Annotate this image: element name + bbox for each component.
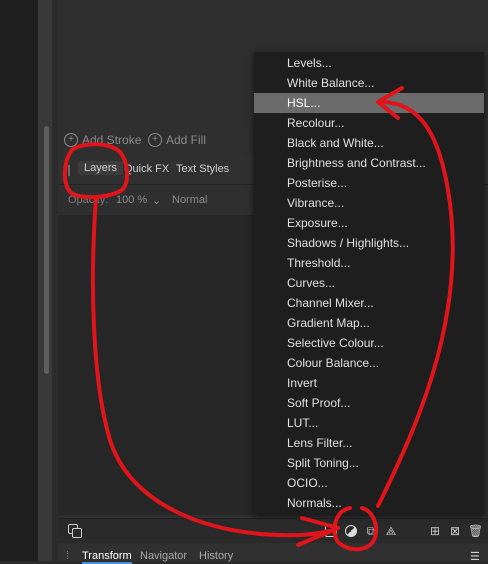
- menu-item-normals[interactable]: Normals...: [254, 493, 484, 513]
- menu-item-curves[interactable]: Curves...: [254, 273, 484, 293]
- menu-item-threshold[interactable]: Threshold...: [254, 253, 484, 273]
- pixel-layer-icon[interactable]: ⟁: [384, 524, 398, 538]
- layers-bottom-toolbar: ⧉ ⟁ ⊞ ⊠ 🗑: [58, 518, 488, 543]
- menu-item-brightness-contrast[interactable]: Brightness and Contrast...: [254, 153, 484, 173]
- tab-navigator[interactable]: Navigator: [140, 550, 187, 562]
- menu-item-vibrance[interactable]: Vibrance...: [254, 193, 484, 213]
- menu-item-channel-mixer[interactable]: Channel Mixer...: [254, 293, 484, 313]
- opacity-dropdown-icon[interactable]: ⌄: [152, 194, 161, 207]
- panel-grip-handle[interactable]: [68, 165, 70, 176]
- adjustment-menu: Levels... White Balance... HSL... Recolo…: [254, 52, 484, 514]
- plus-icon: +: [148, 133, 162, 147]
- menu-item-levels[interactable]: Levels...: [254, 53, 484, 73]
- menu-item-exposure[interactable]: Exposure...: [254, 213, 484, 233]
- add-stroke-label: Add Stroke: [82, 133, 142, 147]
- tab-quick-fx[interactable]: Quick FX: [124, 163, 169, 175]
- menu-item-ocio[interactable]: OCIO...: [254, 473, 484, 493]
- panel-menu-icon[interactable]: ☰: [470, 550, 480, 563]
- bottom-panel-tabs: ⁞ Transform Navigator History ☰: [58, 545, 488, 564]
- opacity-value[interactable]: 100 %: [116, 194, 147, 206]
- menu-item-lens-filter[interactable]: Lens Filter...: [254, 433, 484, 453]
- menu-item-hsl[interactable]: HSL...: [254, 93, 484, 113]
- blend-mode-dropdown[interactable]: Normal: [172, 194, 207, 206]
- menu-item-recolour[interactable]: Recolour...: [254, 113, 484, 133]
- menu-item-gradient-map[interactable]: Gradient Map...: [254, 313, 484, 333]
- layer-stack-icon[interactable]: [68, 524, 82, 538]
- adjustment-layer-icon[interactable]: [344, 524, 358, 538]
- opacity-label: Opacity:: [68, 194, 109, 206]
- menu-item-white-balance[interactable]: White Balance...: [254, 73, 484, 93]
- menu-item-colour-balance[interactable]: Colour Balance...: [254, 353, 484, 373]
- delete-layer-icon[interactable]: 🗑: [468, 524, 483, 538]
- tab-transform[interactable]: Transform: [82, 550, 132, 564]
- tab-layers[interactable]: Layers: [78, 161, 124, 175]
- add-fill-label: Add Fill: [166, 133, 207, 147]
- add-group-icon[interactable]: ⊠: [448, 524, 462, 538]
- tab-history[interactable]: History: [199, 550, 233, 562]
- live-filter-icon[interactable]: ⧉: [364, 524, 378, 538]
- menu-item-invert[interactable]: Invert: [254, 373, 484, 393]
- menu-item-split-toning[interactable]: Split Toning...: [254, 453, 484, 473]
- add-stroke-button[interactable]: + Add Stroke: [64, 133, 141, 147]
- add-fill-button[interactable]: + Add Fill: [148, 133, 206, 147]
- menu-item-selective-colour[interactable]: Selective Colour...: [254, 333, 484, 353]
- layers-list[interactable]: [58, 215, 254, 515]
- menu-item-black-and-white[interactable]: Black and White...: [254, 133, 484, 153]
- mask-layer-icon[interactable]: [324, 524, 338, 538]
- plus-icon: +: [64, 133, 78, 147]
- menu-item-shadows-highlights[interactable]: Shadows / Highlights...: [254, 233, 484, 253]
- menu-item-soft-proof[interactable]: Soft Proof...: [254, 393, 484, 413]
- menu-item-posterise[interactable]: Posterise...: [254, 173, 484, 193]
- tab-text-styles[interactable]: Text Styles: [176, 163, 229, 175]
- dock-scrollbar-thumb[interactable]: [44, 126, 49, 374]
- panel-grip-handle[interactable]: ⁞: [66, 550, 69, 562]
- menu-item-lut[interactable]: LUT...: [254, 413, 484, 433]
- add-layer-icon[interactable]: ⊞: [428, 524, 442, 538]
- left-dock: [0, 0, 38, 561]
